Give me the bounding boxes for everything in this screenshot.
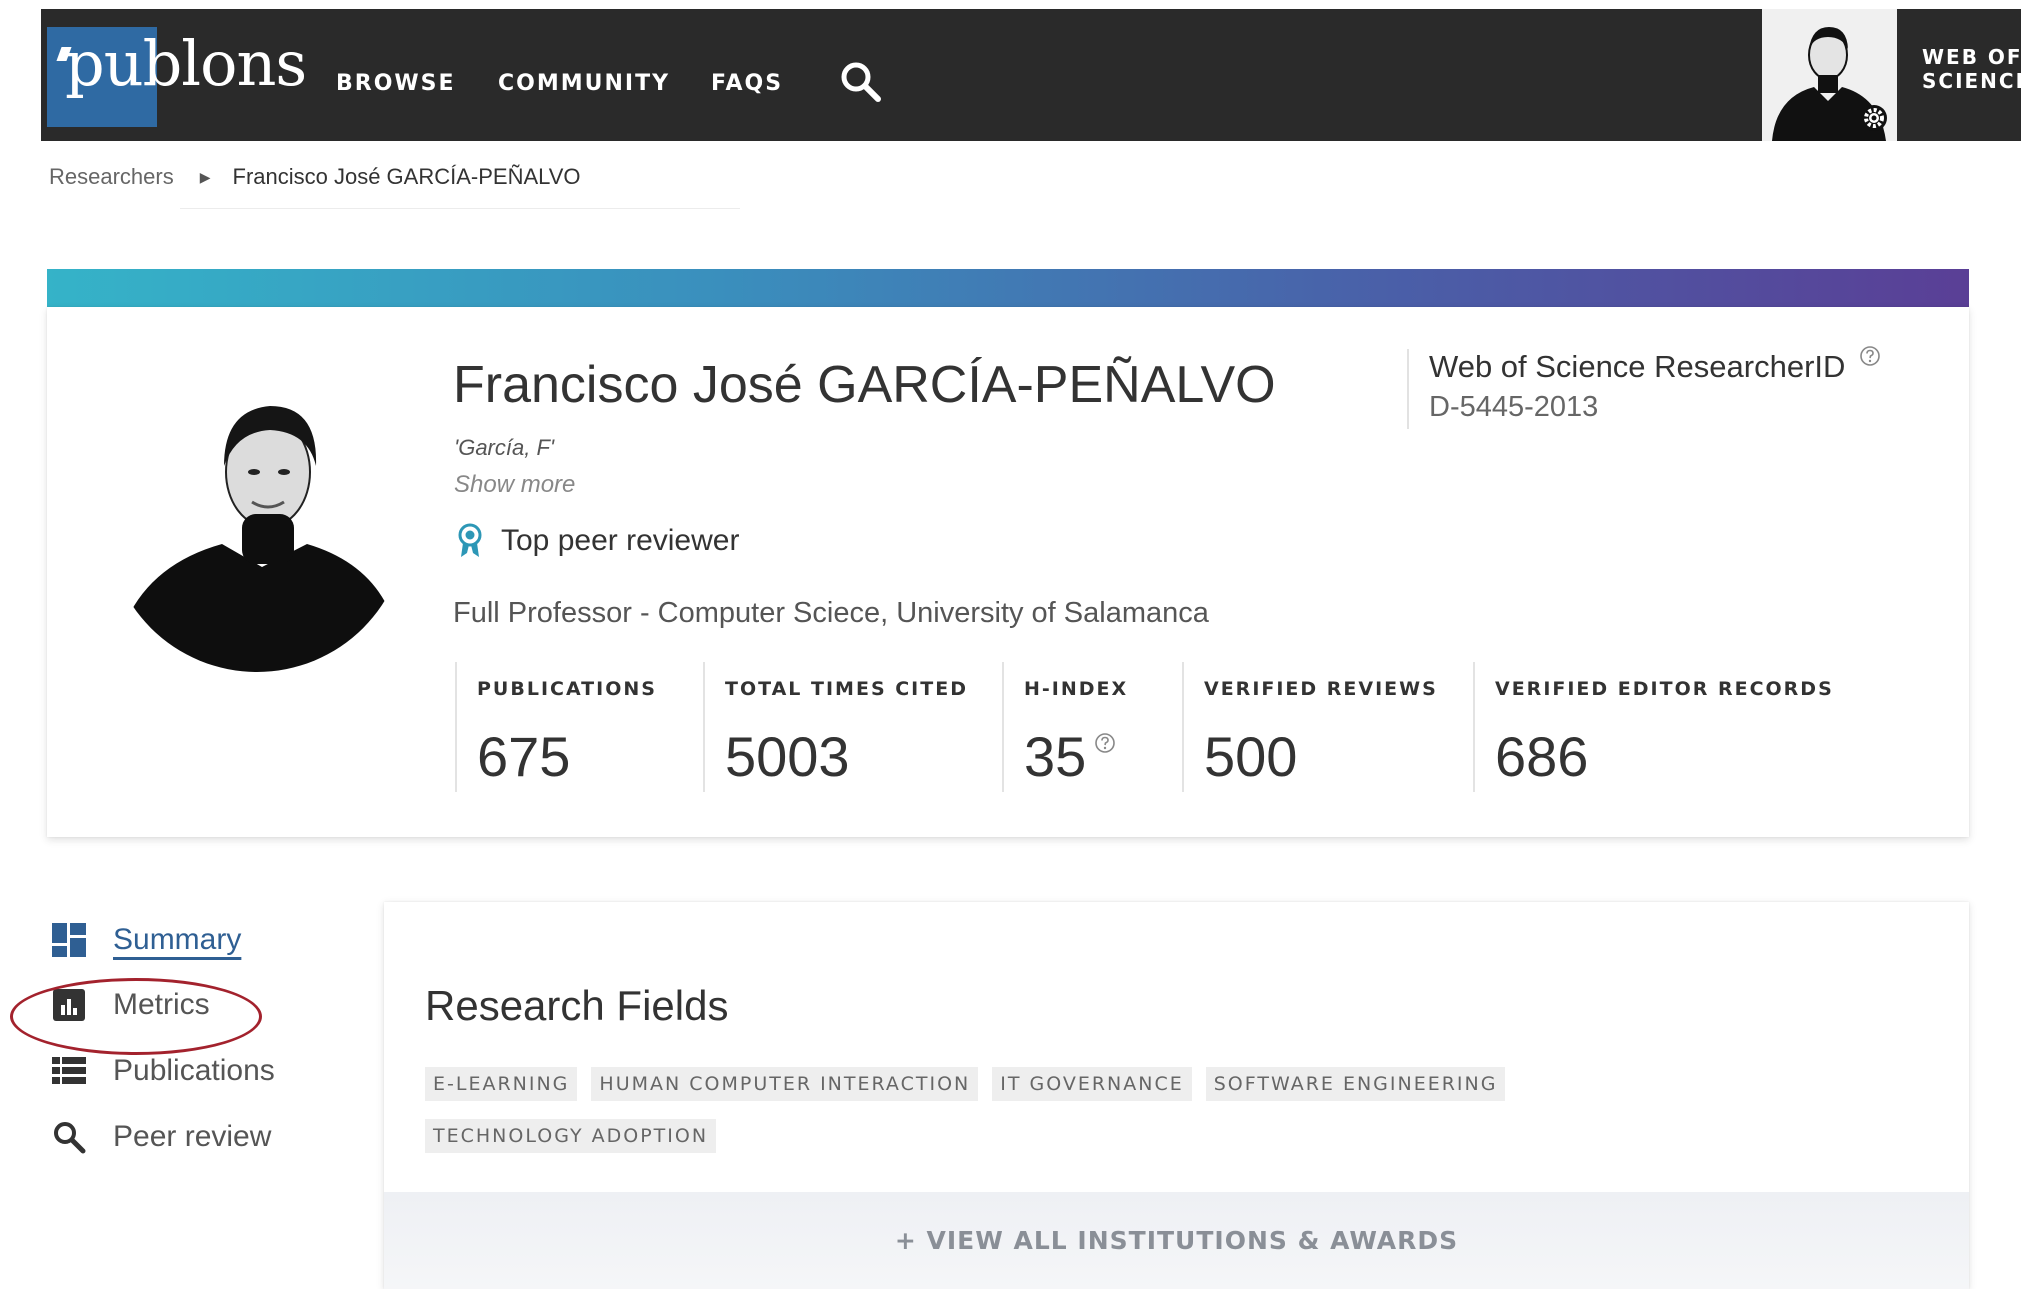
research-field-tag[interactable]: HUMAN COMPUTER INTERACTION [591, 1067, 979, 1101]
metric-verified-reviews[interactable]: VERIFIED REVIEWS 500 [1182, 662, 1438, 792]
user-avatar[interactable] [1762, 9, 1897, 141]
metric-h-index[interactable]: H-INDEX 35 [1002, 662, 1128, 792]
research-field-tags: E-LEARNING HUMAN COMPUTER INTERACTION IT… [425, 1067, 1525, 1153]
sidebar-item-peer-review[interactable]: Peer review [51, 1119, 271, 1155]
sidebar-item-summary[interactable]: Summary [51, 922, 241, 958]
search-icon [51, 1119, 87, 1155]
metric-value: 35 [1024, 724, 1128, 789]
help-icon[interactable] [1094, 732, 1116, 754]
list-icon [51, 1053, 87, 1089]
view-all-bar: + VIEW ALL INSTITUTIONS & AWARDS [384, 1192, 1969, 1289]
researcher-alias: 'García, F' [454, 435, 555, 460]
metric-label: TOTAL TIMES CITED [725, 678, 968, 700]
top-peer-reviewer-label: Top peer reviewer [501, 524, 740, 557]
profile-card: Francisco José GARCÍA-PEÑALVO 'García, F… [47, 307, 1969, 837]
top-peer-reviewer-badge: Top peer reviewer [457, 523, 739, 559]
sidebar-item-publications[interactable]: Publications [51, 1053, 275, 1089]
research-fields-panel: Research Fields E-LEARNING HUMAN COMPUTE… [384, 902, 1969, 1289]
metric-label: PUBLICATIONS [477, 678, 657, 700]
research-field-tag[interactable]: IT GOVERNANCE [992, 1067, 1192, 1101]
sidebar-item-label: Publications [113, 1054, 275, 1087]
metric-value: 675 [477, 724, 657, 789]
breadcrumb-divider [180, 208, 740, 209]
metric-value: 686 [1495, 724, 1834, 789]
profile-header-bar [47, 269, 1969, 307]
wos-line-2: SCIENCE [1922, 69, 2021, 93]
breadcrumb-separator-icon: ▶ [199, 168, 211, 185]
nav-browse[interactable]: BROWSE [336, 71, 456, 96]
metric-times-cited[interactable]: TOTAL TIMES CITED 5003 [703, 662, 968, 792]
metric-number: 675 [477, 725, 571, 788]
sidebar-item-label: Summary [113, 923, 242, 956]
metric-publications[interactable]: PUBLICATIONS 675 [455, 662, 657, 792]
help-icon[interactable] [1859, 345, 1881, 367]
research-field-tag[interactable]: SOFTWARE ENGINEERING [1205, 1067, 1506, 1101]
research-fields-title: Research Fields [425, 982, 729, 1029]
award-ribbon-icon [458, 523, 482, 557]
logo-text[interactable]: publons [65, 33, 307, 95]
researcher-id-block: Web of Science ResearcherID D-5445-2013 [1407, 346, 1881, 429]
nav-faqs[interactable]: FAQS [711, 71, 783, 96]
metric-value: 5003 [725, 724, 968, 789]
research-field-tag[interactable]: E-LEARNING [425, 1067, 578, 1101]
sidebar-item-metrics[interactable]: Metrics [51, 987, 210, 1023]
metric-value: 500 [1204, 724, 1438, 789]
researcher-id-title-row: Web of Science ResearcherID [1429, 346, 1881, 385]
metric-verified-editor-records[interactable]: VERIFIED EDITOR RECORDS 686 [1473, 662, 1834, 792]
dashboard-icon [51, 922, 87, 958]
metric-number: 5003 [725, 725, 850, 788]
breadcrumb-researchers[interactable]: Researchers [49, 164, 174, 190]
metric-number: 35 [1024, 725, 1087, 788]
gear-icon[interactable] [1860, 104, 1888, 132]
wos-line-1: WEB OF [1922, 45, 2021, 69]
profile-photo [112, 362, 402, 677]
breadcrumb: Researchers ▶ Francisco José GARCÍA-PEÑA… [49, 164, 581, 190]
metric-number: 500 [1204, 725, 1298, 788]
metric-label: H-INDEX [1024, 678, 1129, 700]
bar-chart-icon [51, 987, 87, 1023]
nav-community[interactable]: COMMUNITY [498, 71, 670, 96]
metric-number: 686 [1495, 725, 1589, 788]
researcher-name: Francisco José GARCÍA-PEÑALVO [453, 356, 1276, 414]
show-more-link[interactable]: Show more [454, 471, 575, 499]
researcher-position: Full Professor - Computer Sciece, Univer… [453, 597, 1209, 629]
breadcrumb-current: Francisco José GARCÍA-PEÑALVO [232, 164, 581, 189]
view-all-institutions-button[interactable]: + VIEW ALL INSTITUTIONS & AWARDS [895, 1226, 1458, 1255]
sidebar-item-label: Metrics [113, 988, 210, 1021]
researcher-id-title: Web of Science ResearcherID [1429, 349, 1846, 384]
sidebar-item-label: Peer review [113, 1120, 272, 1153]
top-navigation-bar: publons BROWSE COMMUNITY FAQS WEB OF SCI… [41, 9, 2021, 141]
metric-label: VERIFIED EDITOR RECORDS [1495, 678, 1834, 700]
metric-label: VERIFIED REVIEWS [1204, 678, 1438, 700]
search-icon[interactable] [836, 57, 886, 107]
web-of-science-link[interactable]: WEB OF SCIENCE [1922, 45, 2021, 93]
researcher-id-value: D-5445-2013 [1429, 391, 1599, 423]
research-field-tag[interactable]: TECHNOLOGY ADOPTION [425, 1119, 717, 1153]
